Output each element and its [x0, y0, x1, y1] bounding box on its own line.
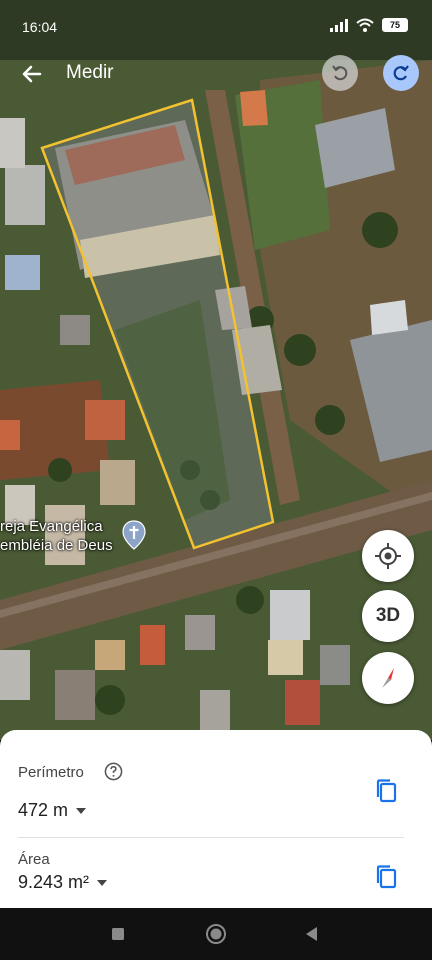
help-icon[interactable] — [104, 762, 123, 781]
battery-level: 75 — [389, 20, 400, 30]
perimeter-value: 472 m — [18, 800, 69, 820]
page-title: Medir — [66, 62, 114, 83]
status-bar: 16:04 75 — [0, 0, 432, 52]
status-icons: 75 — [330, 18, 408, 32]
map-place-label: reja Evangélica embléia de Deus — [0, 517, 113, 555]
place-pin-icon[interactable] — [121, 520, 147, 550]
status-time: 16:04 — [22, 19, 58, 35]
wifi-icon — [356, 18, 374, 32]
top-bar: Medir — [0, 52, 432, 96]
battery-icon: 75 — [382, 18, 408, 32]
compass-icon — [382, 668, 394, 688]
place-label-line1: reja Evangélica — [0, 518, 103, 535]
redo-icon — [393, 65, 409, 81]
nav-back-icon[interactable] — [300, 922, 324, 946]
redo-button[interactable] — [383, 55, 419, 91]
perimeter-label: Perímetro — [18, 764, 84, 781]
undo-icon — [332, 65, 348, 81]
nav-home-icon[interactable] — [204, 922, 228, 946]
copy-icon[interactable] — [374, 778, 400, 806]
compass-button[interactable] — [362, 652, 414, 704]
chevron-down-icon — [76, 807, 87, 814]
my-location-icon — [375, 543, 401, 569]
place-label-line2: embléia de Deus — [0, 537, 113, 554]
system-nav-bar — [0, 908, 432, 960]
signal-icon — [330, 18, 348, 32]
measurement-sheet: Perímetro 472 m Área 9.243 m² — [0, 730, 432, 908]
area-value-dropdown[interactable]: 9.243 m² — [18, 872, 108, 893]
perimeter-value-dropdown[interactable]: 472 m — [18, 800, 87, 821]
my-location-button[interactable] — [362, 530, 414, 582]
divider — [18, 837, 404, 838]
area-value: 9.243 m² — [18, 872, 90, 892]
copy-icon[interactable] — [374, 864, 400, 892]
back-arrow-icon[interactable] — [16, 58, 48, 90]
chevron-down-icon — [97, 879, 108, 886]
nav-square-icon[interactable] — [106, 922, 130, 946]
area-label: Área — [18, 851, 50, 868]
three-d-button[interactable]: 3D — [362, 590, 414, 642]
undo-button[interactable] — [322, 55, 358, 91]
